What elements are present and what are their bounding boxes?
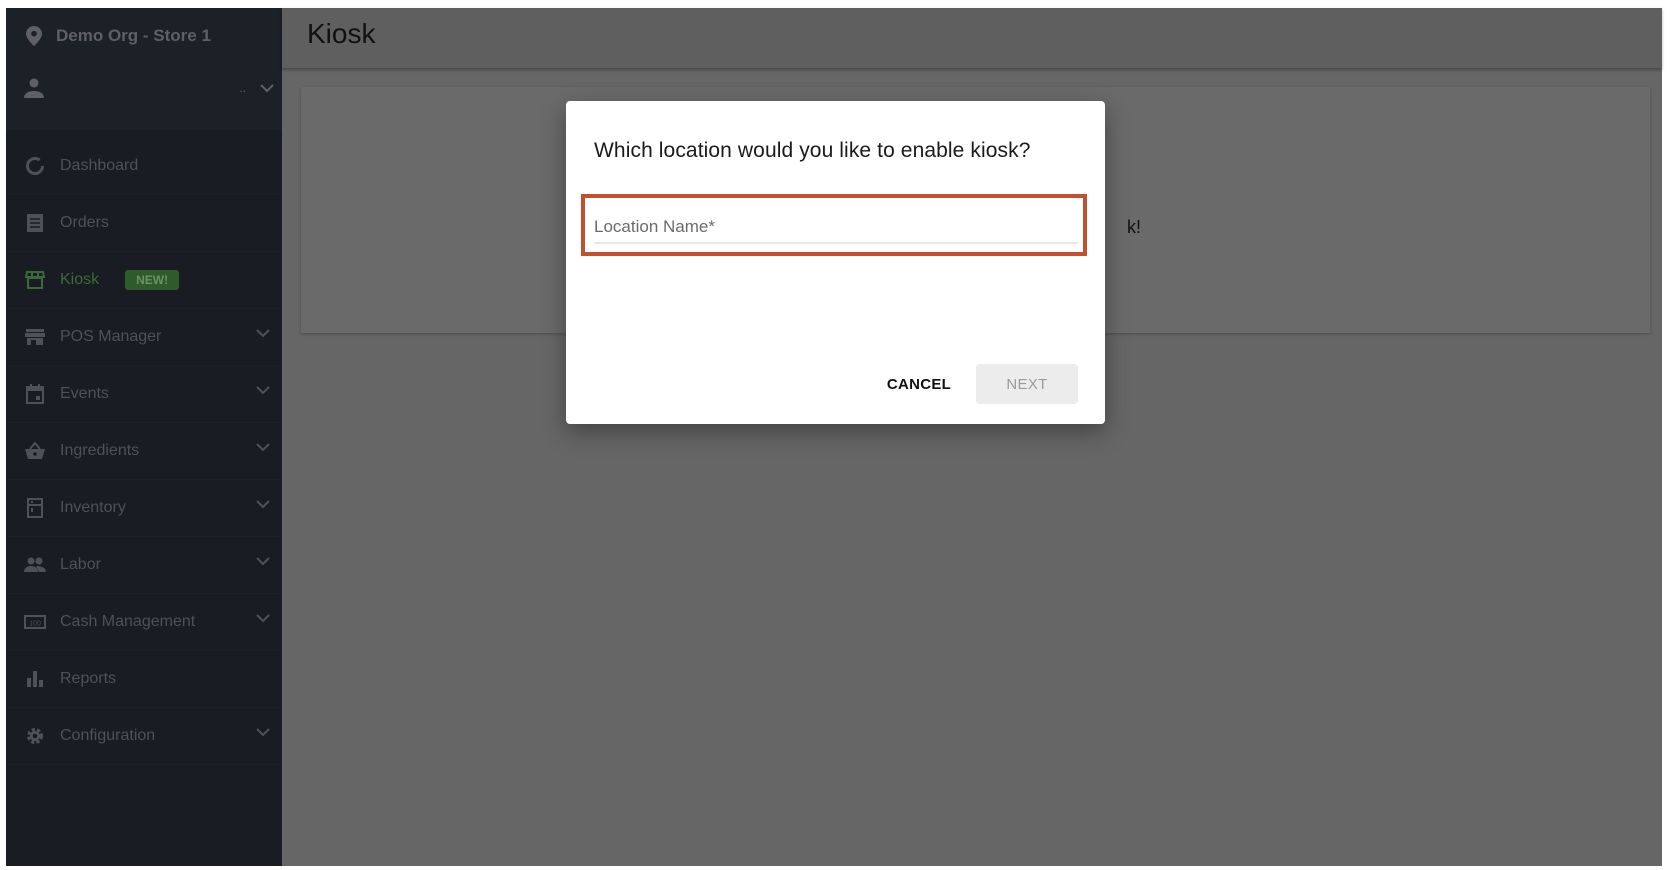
sidebar-item-label: Ingredients bbox=[60, 442, 140, 459]
people-icon bbox=[24, 554, 46, 576]
chevron-down-icon[interactable] bbox=[256, 329, 270, 338]
sidebar-item-label: Inventory bbox=[60, 499, 126, 516]
sidebar-item-inventory[interactable]: Inventory bbox=[6, 480, 282, 537]
location-pin-icon bbox=[26, 26, 42, 46]
sidebar-item-orders[interactable]: Orders bbox=[6, 195, 282, 252]
chevron-down-icon[interactable] bbox=[256, 500, 270, 509]
calendar-icon bbox=[24, 383, 46, 405]
sidebar-item-label: Reports bbox=[60, 670, 117, 687]
sidebar: Demo Org - Store 1 .. Dashboard Orders Kio… bbox=[6, 8, 282, 866]
chevron-down-icon[interactable] bbox=[256, 443, 270, 452]
org-name: Demo Org - Store 1 bbox=[56, 26, 211, 45]
sidebar-nav: Dashboard Orders Kiosk NEW! POS Manager Event… bbox=[6, 138, 282, 765]
money-icon: 100 bbox=[24, 611, 46, 633]
chevron-down-icon[interactable] bbox=[260, 83, 274, 93]
chevron-down-icon[interactable] bbox=[256, 386, 270, 395]
storefront-icon bbox=[24, 269, 46, 291]
cancel-button[interactable]: CANCEL bbox=[882, 364, 956, 404]
sidebar-header: Demo Org - Store 1 .. bbox=[6, 8, 282, 130]
fridge-icon bbox=[24, 497, 46, 519]
chevron-down-icon[interactable] bbox=[256, 728, 270, 737]
bar-chart-icon bbox=[24, 668, 46, 690]
sidebar-item-labor[interactable]: Labor bbox=[6, 537, 282, 594]
location-name-input[interactable] bbox=[594, 212, 1078, 244]
sidebar-item-ingredients[interactable]: Ingredients bbox=[6, 423, 282, 480]
sidebar-item-configuration[interactable]: Configuration bbox=[6, 708, 282, 765]
sidebar-item-label: Configuration bbox=[60, 727, 156, 744]
person-icon bbox=[24, 78, 44, 98]
location-dialog: Which location would you like to enable … bbox=[566, 101, 1105, 424]
sidebar-item-label: Kiosk bbox=[60, 271, 100, 288]
page-header: Kiosk bbox=[282, 8, 1662, 68]
sidebar-item-events[interactable]: Events bbox=[6, 366, 282, 423]
sidebar-item-label: POS Manager bbox=[60, 328, 162, 345]
sidebar-item-label: Events bbox=[60, 385, 109, 402]
card-text: k! bbox=[1127, 217, 1142, 237]
gear-icon bbox=[24, 725, 46, 747]
sidebar-item-label: Labor bbox=[60, 556, 101, 573]
sidebar-item-label: Cash Management bbox=[60, 613, 196, 630]
dialog-title: Which location would you like to enable … bbox=[594, 139, 1031, 162]
location-name-highlight bbox=[581, 194, 1087, 256]
org-selector[interactable]: Demo Org - Store 1 bbox=[26, 26, 211, 46]
sidebar-item-cash-management[interactable]: 100 Cash Management bbox=[6, 594, 282, 651]
basket-icon bbox=[24, 440, 46, 462]
sidebar-item-reports[interactable]: Reports bbox=[6, 651, 282, 708]
sidebar-item-pos-manager[interactable]: POS Manager bbox=[6, 309, 282, 366]
next-button[interactable]: NEXT bbox=[976, 364, 1078, 404]
page-title: Kiosk bbox=[307, 18, 376, 49]
donut-icon bbox=[24, 155, 46, 177]
chevron-down-icon[interactable] bbox=[256, 557, 270, 566]
chevron-down-icon[interactable] bbox=[256, 614, 270, 623]
user-name: .. bbox=[239, 81, 246, 95]
svg-text:100: 100 bbox=[29, 621, 41, 628]
sidebar-item-kiosk[interactable]: Kiosk NEW! bbox=[6, 252, 282, 309]
sidebar-item-dashboard[interactable]: Dashboard bbox=[6, 138, 282, 195]
user-menu[interactable]: .. bbox=[24, 78, 274, 98]
sidebar-item-label: Orders bbox=[60, 214, 109, 231]
store-icon bbox=[24, 326, 46, 348]
sidebar-item-label: Dashboard bbox=[60, 157, 139, 174]
receipt-icon bbox=[24, 212, 46, 234]
new-badge: NEW! bbox=[125, 270, 180, 290]
